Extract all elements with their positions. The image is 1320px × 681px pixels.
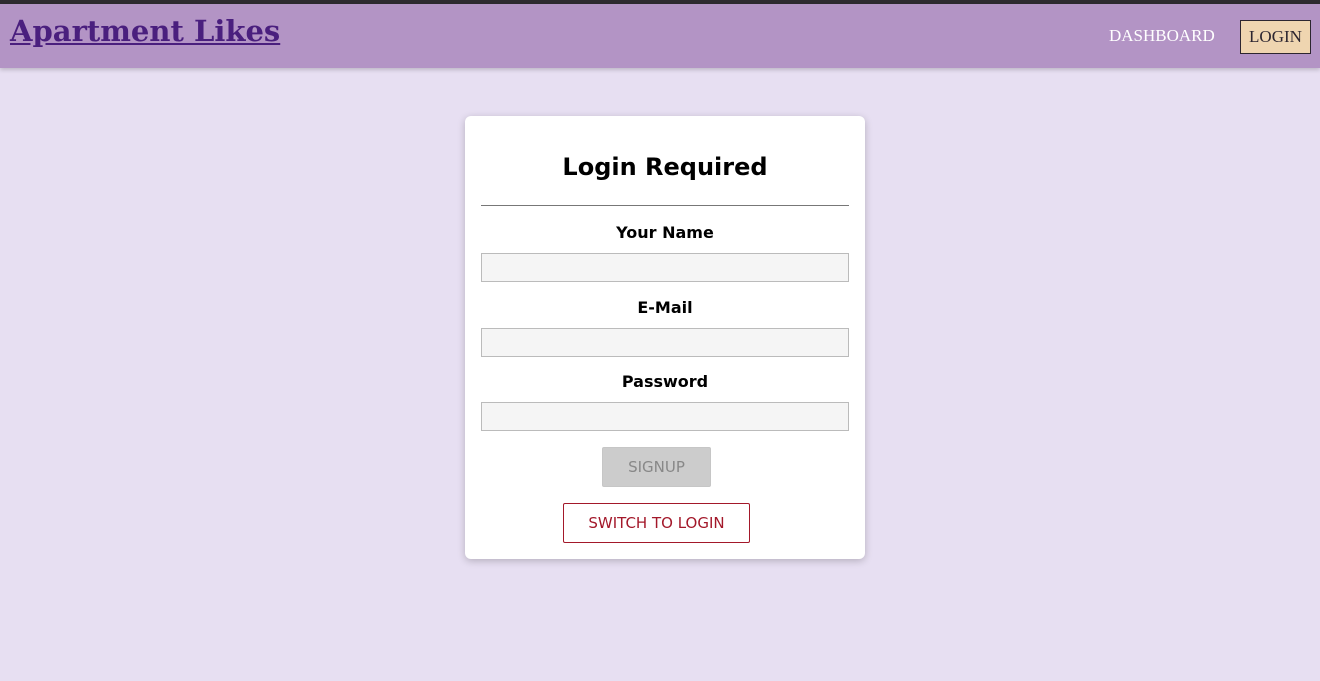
- password-label: Password: [621, 372, 709, 391]
- divider: [481, 205, 849, 206]
- email-label: E-Mail: [637, 298, 693, 317]
- card-title: Login Required: [562, 153, 768, 181]
- switch-to-login-button[interactable]: SWITCH TO LOGIN: [563, 503, 750, 543]
- signup-button[interactable]: SIGNUP: [602, 447, 711, 487]
- site-header: Apartment Likes DASHBOARD LOGIN: [0, 4, 1320, 68]
- email-input[interactable]: [481, 328, 849, 357]
- brand-link[interactable]: Apartment Likes: [10, 14, 280, 48]
- name-label: Your Name: [616, 223, 714, 242]
- password-input[interactable]: [481, 402, 849, 431]
- nav-dashboard-link[interactable]: DASHBOARD: [1109, 26, 1215, 46]
- name-input[interactable]: [481, 253, 849, 282]
- nav-login-button[interactable]: LOGIN: [1240, 20, 1311, 54]
- auth-card: Login Required Your Name E-Mail Password…: [465, 116, 865, 559]
